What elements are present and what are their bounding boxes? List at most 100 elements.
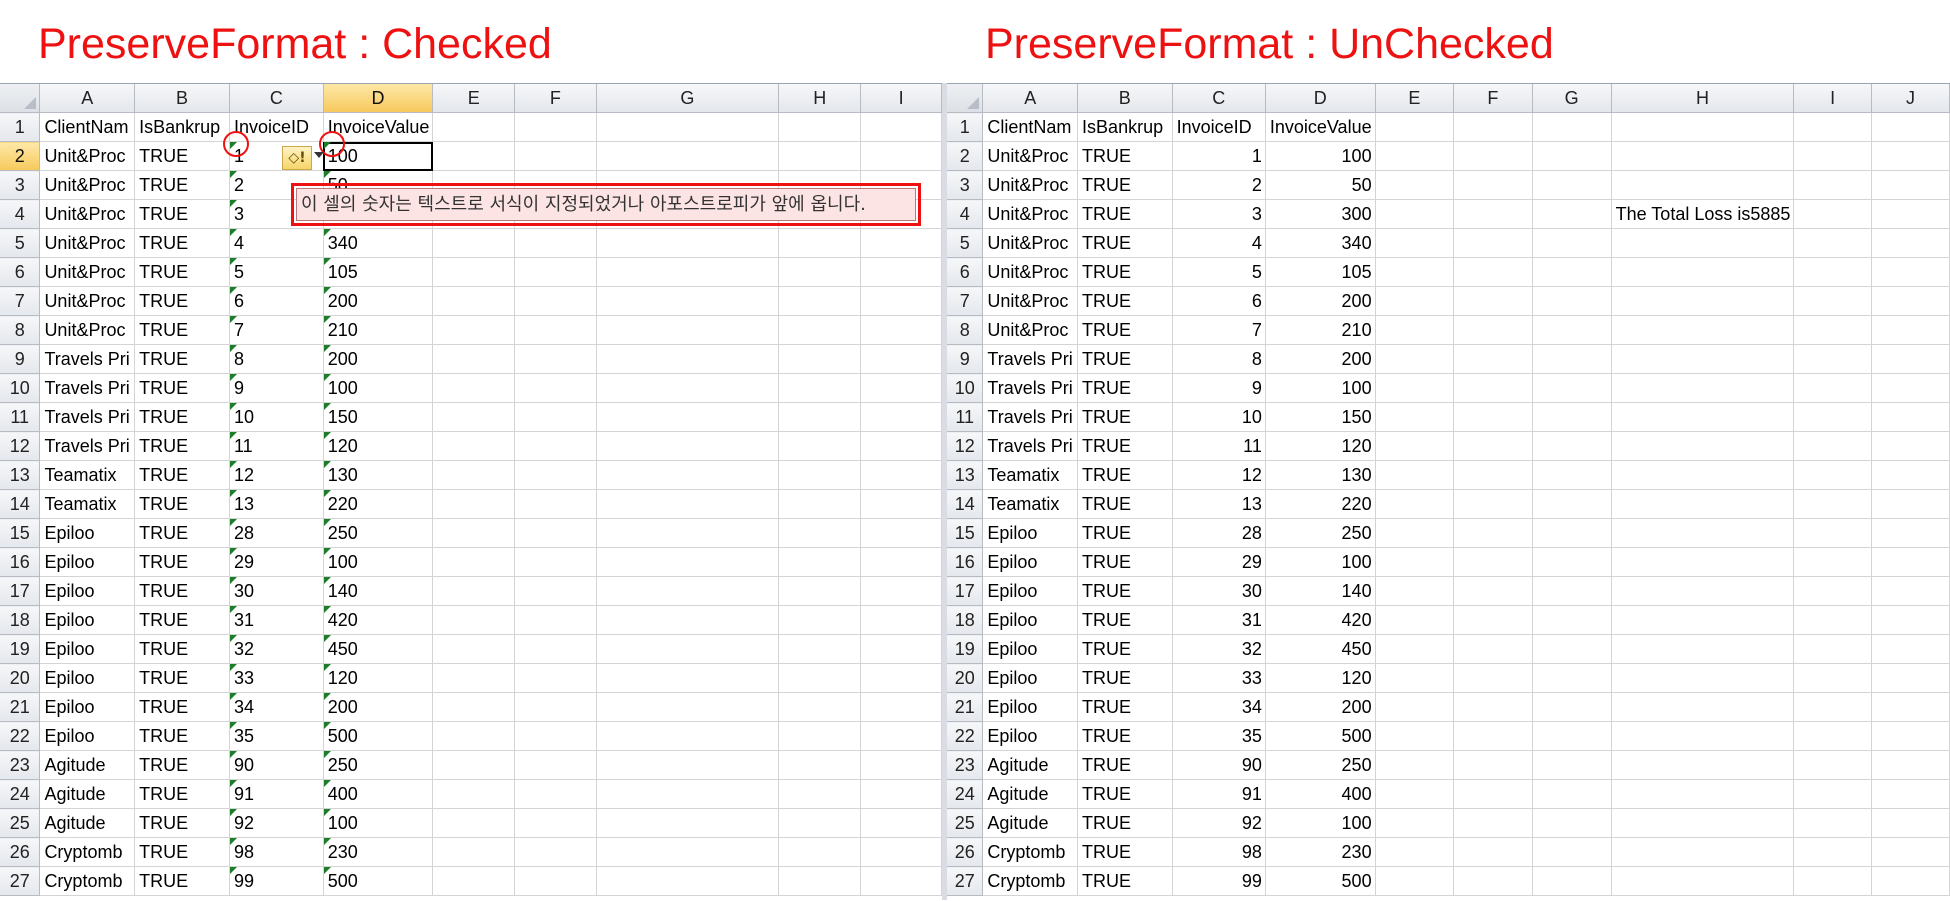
row-header-8[interactable]: 8 — [947, 315, 984, 345]
cell-e17[interactable] — [1375, 576, 1455, 606]
cell-g26[interactable] — [596, 837, 780, 867]
cell-b17[interactable]: TRUE — [1077, 576, 1173, 606]
cell-g20[interactable] — [596, 663, 780, 693]
cell-g4[interactable] — [1532, 199, 1612, 229]
cell-j7[interactable] — [1871, 286, 1950, 316]
cell-b27[interactable]: TRUE — [1077, 866, 1173, 896]
cell-e18[interactable] — [432, 605, 516, 635]
cell-a19[interactable]: Epiloo — [39, 634, 136, 664]
cell-h7[interactable] — [1611, 286, 1795, 316]
cell-c15[interactable]: 28 — [229, 518, 324, 548]
cell-d5[interactable]: 340 — [323, 228, 434, 258]
cell-b26[interactable]: TRUE — [134, 837, 230, 867]
cell-g27[interactable] — [1532, 866, 1612, 896]
error-warning-icon[interactable]: ◇! — [282, 146, 312, 170]
cell-a16[interactable]: Epiloo — [39, 547, 136, 577]
cell-h21[interactable] — [778, 692, 862, 722]
cell-g15[interactable] — [1532, 518, 1612, 548]
cell-a22[interactable]: Epiloo — [39, 721, 136, 751]
cell-d9[interactable]: 200 — [1265, 344, 1376, 374]
cell-a15[interactable]: Epiloo — [39, 518, 136, 548]
cell-d9[interactable]: 200 — [323, 344, 434, 374]
cell-i22[interactable] — [1793, 721, 1872, 751]
cell-a25[interactable]: Agitude — [39, 808, 136, 838]
row-header-27[interactable]: 27 — [0, 866, 41, 896]
cell-g3[interactable] — [1532, 170, 1612, 200]
cell-a5[interactable]: Unit&Proc — [39, 228, 136, 258]
cell-i27[interactable] — [860, 866, 942, 896]
cell-g14[interactable] — [1532, 489, 1612, 519]
cell-c17[interactable]: 30 — [229, 576, 324, 606]
cell-c13[interactable]: 12 — [1172, 460, 1266, 490]
cell-b25[interactable]: TRUE — [134, 808, 230, 838]
cell-g22[interactable] — [596, 721, 780, 751]
cell-h26[interactable] — [778, 837, 862, 867]
cell-h27[interactable] — [1611, 866, 1795, 896]
cell-i21[interactable] — [1793, 692, 1872, 722]
cell-f15[interactable] — [1453, 518, 1533, 548]
cell-g8[interactable] — [1532, 315, 1612, 345]
cell-a6[interactable]: Unit&Proc — [39, 257, 136, 287]
cell-i12[interactable] — [1793, 431, 1872, 461]
cell-i26[interactable] — [860, 837, 942, 867]
cell-f16[interactable] — [514, 547, 597, 577]
cell-g24[interactable] — [596, 779, 780, 809]
cell-j20[interactable] — [1871, 663, 1950, 693]
cell-d11[interactable]: 150 — [1265, 402, 1376, 432]
cell-d21[interactable]: 200 — [323, 692, 434, 722]
cell-d14[interactable]: 220 — [1265, 489, 1376, 519]
cell-c7[interactable]: 6 — [229, 286, 324, 316]
cell-f22[interactable] — [514, 721, 597, 751]
column-header-h[interactable]: H — [1611, 84, 1795, 113]
cell-a8[interactable]: Unit&Proc — [982, 315, 1079, 345]
cell-e12[interactable] — [1375, 431, 1455, 461]
cell-a17[interactable]: Epiloo — [39, 576, 136, 606]
cell-f20[interactable] — [514, 663, 597, 693]
cell-i14[interactable] — [860, 489, 942, 519]
cell-d11[interactable]: 150 — [323, 402, 434, 432]
cell-b11[interactable]: TRUE — [1077, 402, 1173, 432]
cell-e27[interactable] — [432, 866, 516, 896]
cell-f24[interactable] — [514, 779, 597, 809]
row-header-7[interactable]: 7 — [0, 286, 41, 316]
cell-i9[interactable] — [860, 344, 942, 374]
cell-f17[interactable] — [514, 576, 597, 606]
cell-b23[interactable]: TRUE — [1077, 750, 1173, 780]
cell-a12[interactable]: Travels Pri — [982, 431, 1079, 461]
cell-c6[interactable]: 5 — [229, 257, 324, 287]
row-header-13[interactable]: 13 — [947, 460, 984, 490]
column-header-c[interactable]: C — [1172, 84, 1266, 113]
cell-b19[interactable]: TRUE — [1077, 634, 1173, 664]
cell-h8[interactable] — [1611, 315, 1795, 345]
cell-c4[interactable]: 3 — [1172, 199, 1266, 229]
cell-g13[interactable] — [1532, 460, 1612, 490]
row-header-10[interactable]: 10 — [947, 373, 984, 403]
cell-g5[interactable] — [596, 228, 780, 258]
cell-e14[interactable] — [432, 489, 516, 519]
cell-e3[interactable] — [1375, 170, 1455, 200]
cell-d25[interactable]: 100 — [323, 808, 434, 838]
row-header-12[interactable]: 12 — [0, 431, 41, 461]
cell-g10[interactable] — [596, 373, 780, 403]
cell-e15[interactable] — [1375, 518, 1455, 548]
cell-i7[interactable] — [860, 286, 942, 316]
cell-d18[interactable]: 420 — [1265, 605, 1376, 635]
cell-b26[interactable]: TRUE — [1077, 837, 1173, 867]
cell-j6[interactable] — [1871, 257, 1950, 287]
cell-d16[interactable]: 100 — [1265, 547, 1376, 577]
cell-a3[interactable]: Unit&Proc — [982, 170, 1079, 200]
cell-c13[interactable]: 12 — [229, 460, 324, 490]
row-header-11[interactable]: 11 — [947, 402, 984, 432]
cell-b9[interactable]: TRUE — [1077, 344, 1173, 374]
cell-i2[interactable] — [860, 141, 942, 171]
cell-a7[interactable]: Unit&Proc — [39, 286, 136, 316]
cell-f23[interactable] — [1453, 750, 1533, 780]
cell-e6[interactable] — [1375, 257, 1455, 287]
row-header-9[interactable]: 9 — [947, 344, 984, 374]
cell-e19[interactable] — [1375, 634, 1455, 664]
cell-g11[interactable] — [1532, 402, 1612, 432]
cell-i16[interactable] — [860, 547, 942, 577]
cell-i17[interactable] — [1793, 576, 1872, 606]
cell-h1[interactable] — [778, 112, 862, 142]
cell-j4[interactable] — [1871, 199, 1950, 229]
